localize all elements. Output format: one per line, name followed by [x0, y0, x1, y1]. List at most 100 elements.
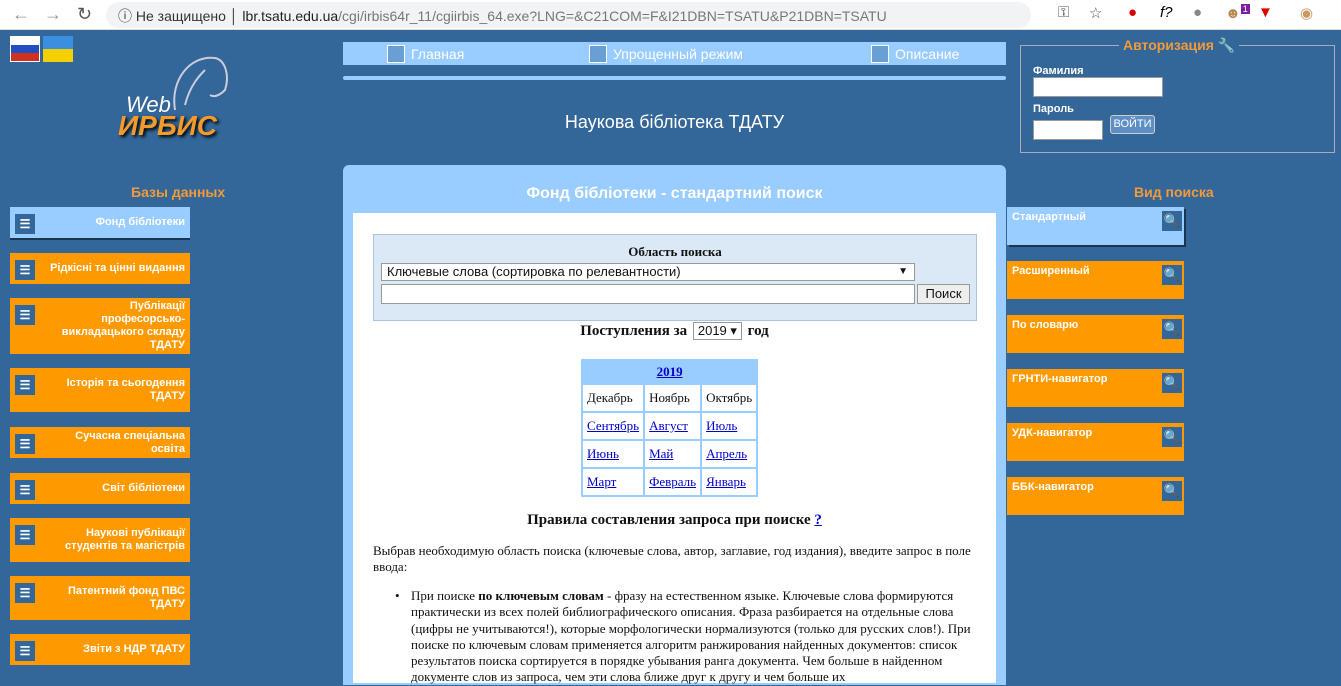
search-type-item[interactable]: Расширенный 🔍 [1007, 261, 1184, 299]
search-type-item[interactable]: УДК-навигатор 🔍 [1007, 423, 1184, 461]
page-icon [387, 45, 405, 63]
nav-label: Упрощенный режим [613, 46, 744, 62]
nav-label: Главная [411, 46, 465, 62]
month-cell: Ноябрь [645, 385, 701, 411]
site-title: Наукова бібліотека ТДАТУ [564, 112, 785, 132]
security-label: Не защищено [135, 8, 226, 24]
nav-label: Описание [895, 46, 960, 62]
arrivals-line: Поступления за 2019 ▾ год [353, 322, 996, 340]
database-icon: ☰ [15, 525, 35, 545]
database-icon: ☰ [15, 434, 35, 454]
search-button[interactable]: Поиск [917, 284, 970, 304]
russian-flag-icon[interactable] [10, 36, 40, 62]
browser-toolbar: ← → ↻ ⓘ Не защищено │ lbr.tsatu.edu.ua/c… [0, 0, 1341, 30]
profile-avatar[interactable]: ◉ [1300, 4, 1313, 22]
star-icon[interactable]: ☆ [1089, 4, 1102, 22]
databases-heading: Базы данных [131, 184, 226, 200]
database-icon: ☰ [15, 305, 35, 325]
db-item[interactable]: ☰ Історія та сьогодення ТДАТУ [10, 368, 190, 412]
panel-title: Фонд бібліотеки - стандартний поиск [526, 185, 823, 202]
month-link[interactable]: Апрель [706, 446, 747, 461]
auth-box: Авторизация 🔧 Фамилия Пароль ВОЙТИ [1020, 37, 1335, 153]
month-cell: Октябрь [702, 385, 757, 411]
rules-heading: Правила составления запроса при поиске ? [527, 512, 822, 528]
surname-label: Фамилия [1033, 65, 1084, 77]
search-icon: 🔍 [1162, 427, 1182, 447]
db-item[interactable]: ☰ Світ бібліотеки [10, 473, 190, 504]
db-item[interactable]: ☰ Сучасна спеціальна освіта [10, 427, 190, 458]
ukrainian-flag-icon[interactable] [43, 36, 73, 62]
search-type-item[interactable]: Стандартный 🔍 [1007, 207, 1184, 245]
reload-icon[interactable]: ↻ [77, 4, 92, 25]
calendar-year-link[interactable]: 2019 [657, 364, 683, 379]
search-icon: 🔍 [1162, 211, 1182, 231]
db-item[interactable]: ☰ Наукові публікації студентів та магістр… [10, 518, 190, 562]
key-icon[interactable]: ⚿ [1058, 4, 1069, 21]
search-icon: 🔍 [1162, 481, 1182, 501]
help-link[interactable]: ? [814, 512, 822, 528]
auth-title: Авторизация 🔧 [1119, 37, 1240, 54]
top-navigation: Главная Упрощенный режим Описание [343, 42, 1006, 65]
password-label: Пароль [1033, 103, 1074, 115]
list-icon [871, 45, 889, 63]
back-icon[interactable]: ← [12, 4, 30, 25]
search-box: Область поиска Ключевые слова (сортировк… [373, 234, 977, 321]
extension-badge: 1 [1240, 4, 1250, 14]
month-link[interactable]: Август [649, 418, 688, 433]
database-icon: ☰ [15, 260, 35, 280]
search-area-select[interactable]: Ключевые слова (сортировка по релевантно… [381, 263, 915, 281]
rules-intro: Выбрав необходимую область поиска (ключе… [373, 543, 971, 574]
db-item[interactable]: ☰ Публікації професорсько-викладацького с… [10, 298, 190, 354]
arrivals-calendar: 2019 Декабрь Ноябрь Октябрь Сентябрь Август… [581, 359, 759, 497]
search-type-item[interactable]: ББК-навигатор 🔍 [1007, 477, 1184, 515]
month-link[interactable]: Июнь [587, 446, 619, 461]
nav-simple-mode[interactable]: Упрощенный режим [589, 45, 743, 63]
extension-icon[interactable]: ● [1193, 4, 1202, 21]
db-item[interactable]: ☰ Звіти з НДР ТДАТУ [10, 634, 190, 665]
adblock-icon[interactable]: ● [1128, 4, 1137, 21]
address-bar[interactable]: ⓘ Не защищено │ lbr.tsatu.edu.ua/cgi/irb… [106, 2, 1031, 28]
url-path: /cgi/irbis64r_11/cgiirbis_64.exe?LNG=&C2… [338, 8, 887, 24]
db-item[interactable]: ☰ Фонд бібліотеки [10, 207, 190, 238]
search-type-item[interactable]: ГРНТИ-навигатор 🔍 [1007, 369, 1184, 407]
surname-input[interactable] [1033, 77, 1163, 97]
month-link[interactable]: Май [649, 446, 673, 461]
year-select[interactable]: 2019 ▾ [692, 322, 742, 340]
database-icon: ☰ [15, 375, 35, 395]
info-icon[interactable]: ⓘ [118, 8, 132, 24]
divider [343, 76, 1006, 80]
monkey-extension-icon[interactable]: ☻ 1 [1225, 4, 1250, 22]
arrivals-prefix: Поступления за [580, 323, 688, 339]
search-input[interactable] [381, 284, 915, 304]
search-icon: 🔍 [1162, 373, 1182, 393]
month-link[interactable]: Сентябрь [587, 418, 639, 433]
url-host: lbr.tsatu.edu.ua [242, 8, 339, 24]
shield-extension-icon[interactable]: ▼ [1258, 4, 1273, 21]
forward-icon[interactable]: → [44, 4, 62, 25]
month-cell: Декабрь [583, 385, 644, 411]
nav-description[interactable]: Описание [871, 45, 959, 63]
password-input[interactable] [1033, 120, 1103, 140]
search-icon: 🔍 [1162, 319, 1182, 339]
login-button[interactable]: ВОЙТИ [1110, 115, 1155, 134]
month-link[interactable]: Январь [706, 474, 746, 489]
content-area: Область поиска Ключевые слова (сортировк… [353, 213, 996, 684]
font-extension-icon[interactable]: f? [1160, 4, 1173, 21]
arrivals-suffix: год [747, 323, 769, 339]
db-item[interactable]: ☰ Рідкісні та цінні видання [10, 253, 190, 284]
logo-irbis: ИРБИС [118, 110, 217, 141]
database-icon: ☰ [15, 214, 35, 234]
db-item[interactable]: ☰ Патентний фонд ПВС ТДАТУ [10, 576, 190, 620]
month-link[interactable]: Июль [706, 418, 737, 433]
month-link[interactable]: Март [587, 474, 616, 489]
search-types-heading: Вид поиска [1134, 184, 1214, 200]
web-irbis-logo[interactable]: Web ИРБИС [110, 50, 240, 150]
search-type-item[interactable]: По словарю 🔍 [1007, 315, 1184, 353]
database-icon: ☰ [15, 641, 35, 661]
month-link[interactable]: Февраль [649, 474, 696, 489]
database-icon: ☰ [15, 583, 35, 603]
nav-home[interactable]: Главная [387, 45, 464, 63]
page-icon [589, 45, 607, 63]
database-icon: ☰ [15, 480, 35, 500]
search-icon: 🔍 [1162, 265, 1182, 285]
